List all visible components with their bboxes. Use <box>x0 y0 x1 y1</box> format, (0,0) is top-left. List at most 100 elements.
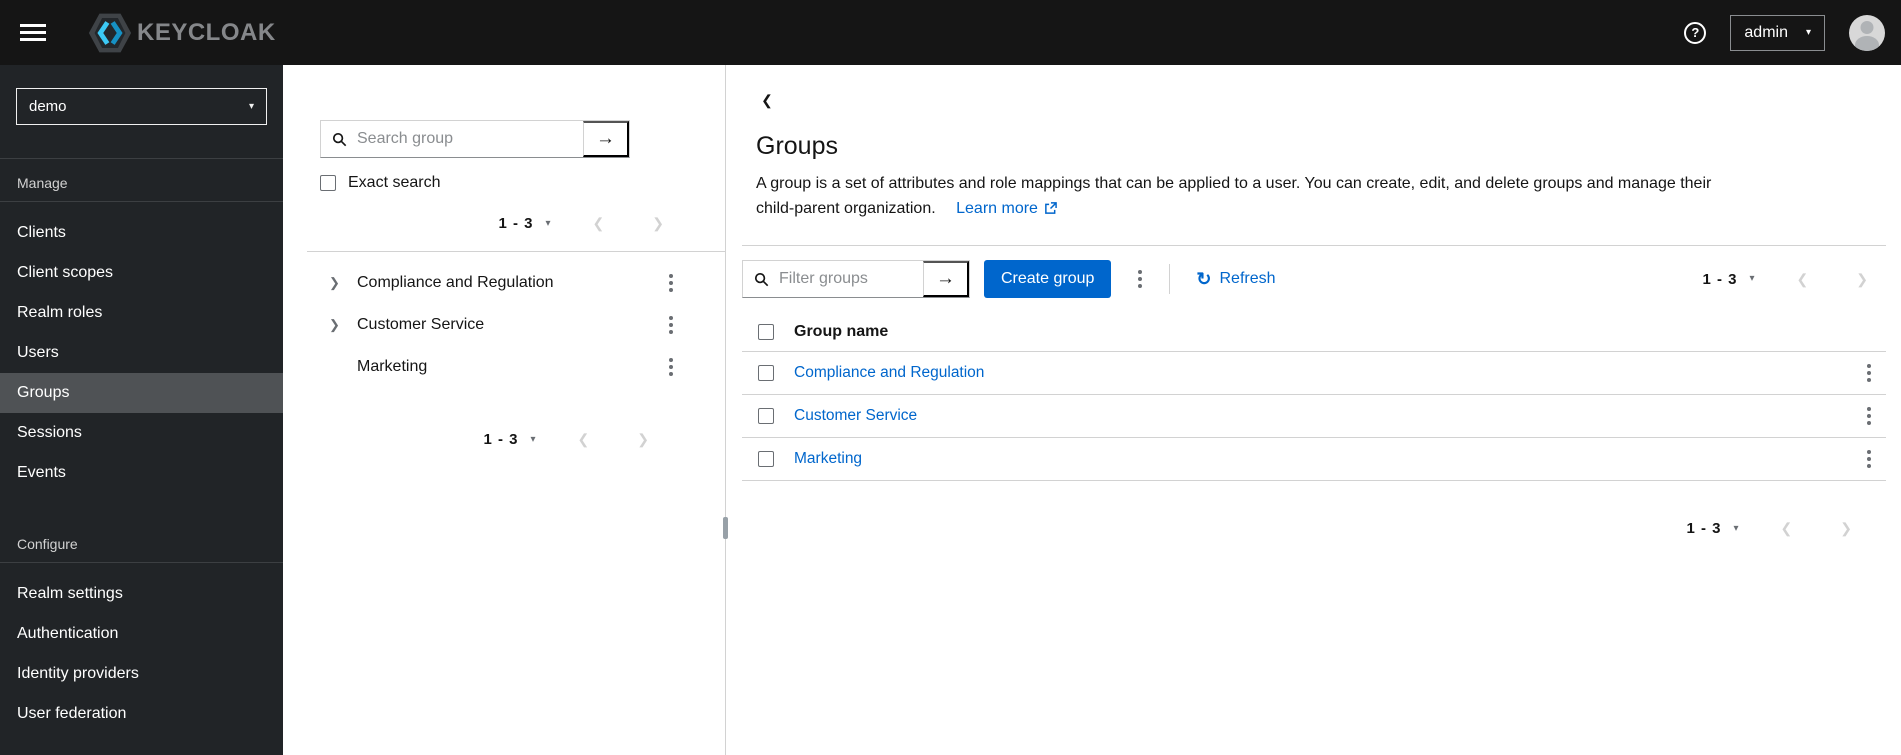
table-pagination-top: 1 - 3 ▾ ❮ ❯ <box>1702 270 1886 289</box>
group-link[interactable]: Compliance and Regulation <box>794 364 984 382</box>
tree-item-label[interactable]: Marketing <box>357 358 662 376</box>
sidebar-item-groups[interactable]: Groups <box>0 373 283 413</box>
chevron-right-icon[interactable]: ❯ <box>329 317 343 333</box>
row-checkbox[interactable] <box>758 408 774 424</box>
sidebar-item-authentication[interactable]: Authentication <box>0 614 283 654</box>
pagination-menu-toggle[interactable]: 1 - 3 ▾ <box>483 431 535 448</box>
sidebar-item-users[interactable]: Users <box>0 333 283 373</box>
nav-section-title: Configure <box>0 520 283 563</box>
page-description: A group is a set of attributes and role … <box>756 171 1886 221</box>
column-header-group-name: Group name <box>794 322 889 340</box>
pagination-prev-button[interactable]: ❮ <box>587 214 611 233</box>
main-content: ❮ Groups A group is a set of attributes … <box>726 65 1901 755</box>
sidebar-item-identity-providers[interactable]: Identity providers <box>0 654 283 694</box>
description-line-2: child-parent organization. <box>756 200 936 217</box>
sidebar: demo ▾ Manage Clients Client scopes Real… <box>0 65 283 755</box>
table-row: Customer Service <box>742 395 1886 438</box>
group-search-input[interactable] <box>355 129 583 149</box>
tree-item-label[interactable]: Compliance and Regulation <box>357 274 662 292</box>
nav-section-manage: Manage Clients Client scopes Realm roles… <box>0 159 283 493</box>
row-kebab-menu-icon[interactable] <box>1860 446 1878 472</box>
pagination-next-button[interactable]: ❯ <box>631 430 655 449</box>
sidebar-item-client-scopes[interactable]: Client scopes <box>0 253 283 293</box>
pagination-range: 1 - 3 <box>483 431 519 448</box>
help-icon[interactable]: ? <box>1684 21 1707 44</box>
refresh-button[interactable]: ↻ Refresh <box>1196 270 1275 288</box>
realm-selector[interactable]: demo ▾ <box>16 88 267 125</box>
refresh-label: Refresh <box>1219 270 1276 287</box>
row-kebab-menu-icon[interactable] <box>1860 403 1878 429</box>
groups-toolbar: → Create group ↻ Refresh 1 - 3 ▾ ❮ ❯ <box>742 260 1886 298</box>
realm-selector-value: demo <box>29 98 67 115</box>
brand-text: KEYCLOAK <box>137 18 276 46</box>
pagination-next-button[interactable]: ❯ <box>1834 519 1858 538</box>
sidebar-item-realm-roles[interactable]: Realm roles <box>0 293 283 333</box>
row-checkbox[interactable] <box>758 365 774 381</box>
tree-pagination-bottom: 1 - 3 ▾ ❮ ❯ <box>307 430 725 449</box>
pagination-prev-button[interactable]: ❮ <box>1791 270 1815 289</box>
learn-more-label: Learn more <box>956 200 1038 217</box>
pagination-prev-button[interactable]: ❮ <box>572 430 596 449</box>
row-kebab-menu-icon[interactable] <box>1860 360 1878 386</box>
filter-submit-button[interactable]: → <box>923 261 969 297</box>
pagination-range: 1 - 3 <box>1702 270 1738 288</box>
table-row: Marketing <box>742 438 1886 481</box>
caret-down-icon: ▾ <box>1805 26 1811 38</box>
pagination-next-button[interactable]: ❯ <box>646 214 670 233</box>
toolbar-kebab-menu-icon[interactable] <box>1131 266 1149 292</box>
group-link[interactable]: Marketing <box>794 450 862 468</box>
search-icon <box>332 132 347 147</box>
panel-resizer-handle[interactable] <box>723 517 728 539</box>
create-group-button[interactable]: Create group <box>984 260 1112 298</box>
tree-divider <box>307 251 725 252</box>
filter-groups-control: → <box>742 260 970 298</box>
user-menu-dropdown[interactable]: admin ▾ <box>1730 14 1825 51</box>
select-all-checkbox[interactable] <box>758 323 774 340</box>
chevron-right-icon[interactable]: ❯ <box>329 275 343 291</box>
pagination-prev-button[interactable]: ❮ <box>1775 519 1799 538</box>
tree-item-compliance-and-regulation[interactable]: ❯ Compliance and Regulation <box>307 262 725 304</box>
section-divider <box>742 245 1886 246</box>
filter-groups-input[interactable] <box>777 269 923 289</box>
tree-item-label[interactable]: Customer Service <box>357 316 662 334</box>
keycloak-logo[interactable]: KEYCLOAK <box>88 11 276 55</box>
sidebar-item-user-federation[interactable]: User federation <box>0 694 283 734</box>
pagination-next-button[interactable]: ❯ <box>1850 270 1874 289</box>
avatar[interactable] <box>1849 14 1885 51</box>
masthead: KEYCLOAK ? admin ▾ <box>0 0 1901 65</box>
row-checkbox[interactable] <box>758 451 774 467</box>
groups-table: Group name Compliance and Regulation Cus… <box>742 312 1886 481</box>
kebab-menu-icon[interactable] <box>662 270 680 296</box>
exact-search-label: Exact search <box>348 174 441 191</box>
exact-search-checkbox[interactable] <box>320 175 336 191</box>
kebab-menu-icon[interactable] <box>662 312 680 338</box>
description-line-1: A group is a set of attributes and role … <box>756 175 1712 192</box>
tree-pagination-top: 1 - 3 ▾ ❮ ❯ <box>307 214 725 233</box>
caret-down-icon: ▾ <box>530 433 536 445</box>
group-search-control: → <box>320 120 630 158</box>
pagination-menu-toggle[interactable]: 1 - 3 ▾ <box>1702 271 1754 288</box>
sidebar-item-events[interactable]: Events <box>0 453 283 493</box>
pagination-menu-toggle[interactable]: 1 - 3 ▾ <box>1686 520 1738 537</box>
sidebar-item-realm-settings[interactable]: Realm settings <box>0 574 283 614</box>
collapse-drawer-button[interactable]: ❮ <box>756 92 778 109</box>
nav-section-title: Manage <box>0 159 283 202</box>
tree-item-marketing[interactable]: Marketing <box>307 346 725 388</box>
nav-toggle-icon[interactable] <box>20 20 46 45</box>
pagination-menu-toggle[interactable]: 1 - 3 ▾ <box>498 215 550 232</box>
group-link[interactable]: Customer Service <box>794 407 917 425</box>
kebab-menu-icon[interactable] <box>662 354 680 380</box>
user-menu-label: admin <box>1744 23 1788 41</box>
sidebar-item-clients[interactable]: Clients <box>0 213 283 253</box>
group-search-submit-button[interactable]: → <box>583 121 629 157</box>
table-header-row: Group name <box>742 312 1886 352</box>
keycloak-logo-icon <box>88 13 132 52</box>
caret-down-icon: ▾ <box>248 100 254 112</box>
pagination-range: 1 - 3 <box>498 215 534 232</box>
tree-item-customer-service[interactable]: ❯ Customer Service <box>307 304 725 346</box>
learn-more-link[interactable]: Learn more <box>956 196 1057 221</box>
table-pagination-bottom: 1 - 3 ▾ ❮ ❯ <box>742 519 1886 538</box>
search-icon <box>754 272 769 287</box>
sidebar-item-sessions[interactable]: Sessions <box>0 413 283 453</box>
caret-down-icon: ▾ <box>1733 522 1739 534</box>
